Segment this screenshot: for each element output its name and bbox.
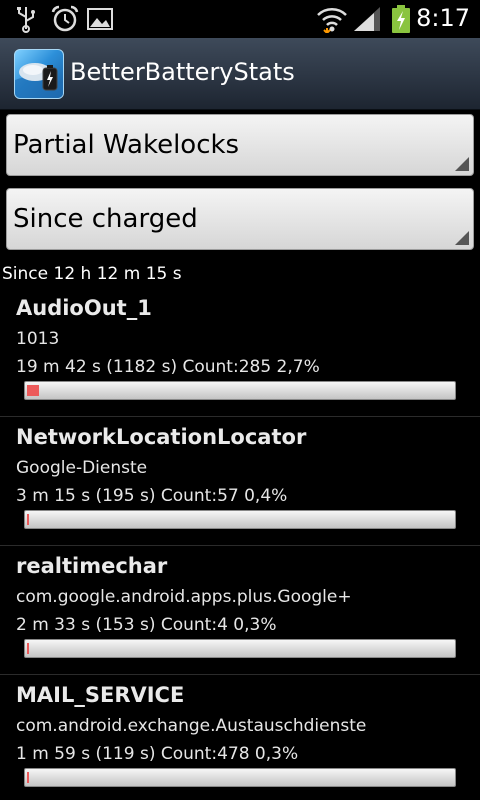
wakelock-name: NetworkLocationLocator xyxy=(16,425,307,449)
wakelock-item[interactable]: AudioOut_1 1013 19 m 42 s (1182 s) Count… xyxy=(0,288,480,417)
status-time: 8:17 xyxy=(416,4,470,32)
picture-icon xyxy=(87,8,113,30)
signal-icon xyxy=(354,7,380,31)
wakelock-progress-fill xyxy=(27,643,29,654)
since-spinner[interactable]: Since charged xyxy=(6,188,474,250)
wakelock-item[interactable]: MAIL_SERVICE com.android.exchange.Austau… xyxy=(0,675,480,800)
wakelock-owner: com.google.android.apps.plus.Google+ xyxy=(16,587,352,607)
wakelock-stats: 2 m 33 s (153 s) Count:4 0,3% xyxy=(16,615,277,635)
wakelock-name: realtimechar xyxy=(16,554,168,578)
wakelock-progress-bar xyxy=(24,510,456,529)
since-selected: Since charged xyxy=(13,204,198,234)
stat-type-selected: Partial Wakelocks xyxy=(13,130,240,160)
battery-charging-icon xyxy=(392,5,410,33)
wakelock-progress-bar xyxy=(24,381,456,400)
wakelock-progress-bar xyxy=(24,768,456,787)
wakelock-owner: 1013 xyxy=(16,329,60,349)
wakelock-progress-fill xyxy=(27,385,39,396)
app-icon[interactable] xyxy=(14,49,64,99)
dropdown-corner-icon xyxy=(455,231,469,245)
usb-icon xyxy=(17,7,35,33)
alarm-clock-icon xyxy=(51,5,79,32)
action-bar: BetterBatteryStats xyxy=(0,38,480,110)
wakelock-owner: com.android.exchange.Austauschdienste xyxy=(16,716,367,736)
wakelock-stats: 1 m 59 s (119 s) Count:478 0,3% xyxy=(16,744,299,764)
wakelock-stats: 19 m 42 s (1182 s) Count:285 2,7% xyxy=(16,357,320,377)
wakelock-owner: Google-Dienste xyxy=(16,458,148,478)
wakelock-stats: 3 m 15 s (195 s) Count:57 0,4% xyxy=(16,486,288,506)
stat-type-spinner[interactable]: Partial Wakelocks xyxy=(6,114,474,176)
wakelock-progress-fill xyxy=(27,514,29,525)
wakelock-progress-bar xyxy=(24,639,456,658)
app-title: BetterBatteryStats xyxy=(70,58,295,86)
wakelock-list: AudioOut_1 1013 19 m 42 s (1182 s) Count… xyxy=(0,288,480,800)
wakelock-item[interactable]: realtimechar com.google.android.apps.plu… xyxy=(0,546,480,675)
status-bar: 8:17 xyxy=(0,0,480,38)
dropdown-corner-icon xyxy=(455,157,469,171)
wakelock-name: AudioOut_1 xyxy=(16,296,152,320)
wakelock-name: MAIL_SERVICE xyxy=(16,683,185,707)
since-duration-label: Since 12 h 12 m 15 s xyxy=(2,264,182,284)
battery-app-icon xyxy=(15,63,63,98)
wakelock-progress-fill xyxy=(27,772,29,783)
wakelock-item[interactable]: NetworkLocationLocator Google-Dienste 3 … xyxy=(0,417,480,546)
wifi-icon xyxy=(317,8,347,33)
